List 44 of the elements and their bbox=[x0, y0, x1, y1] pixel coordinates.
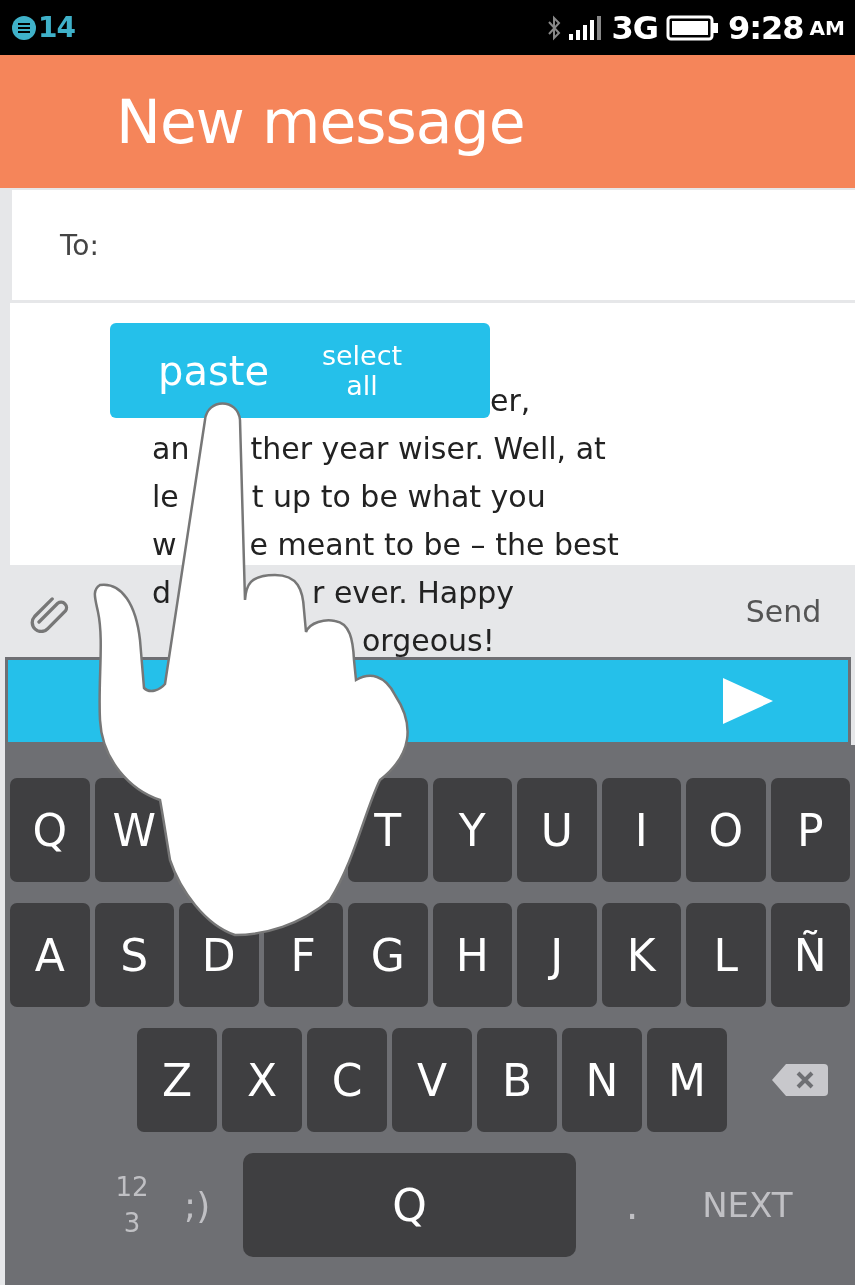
network-type: 3G bbox=[611, 8, 658, 47]
key[interactable]: X bbox=[222, 1028, 302, 1132]
key[interactable]: K bbox=[601, 903, 681, 1007]
key[interactable]: B bbox=[477, 1028, 557, 1132]
recipient-field[interactable]: To: bbox=[12, 190, 855, 300]
key[interactable]: Ñ bbox=[770, 903, 850, 1007]
message-text: w bbox=[152, 526, 177, 564]
message-text: orgeous! bbox=[362, 622, 495, 660]
key[interactable]: N bbox=[562, 1028, 642, 1132]
battery-icon bbox=[666, 14, 720, 41]
clock-period: AM bbox=[809, 15, 845, 40]
message-text: le bbox=[152, 478, 179, 516]
key[interactable]: A bbox=[10, 903, 90, 1007]
key[interactable]: Z bbox=[137, 1028, 217, 1132]
key[interactable]: I bbox=[601, 778, 681, 882]
key[interactable]: H bbox=[432, 903, 512, 1007]
notification-count: 14 bbox=[38, 11, 75, 44]
key[interactable]: Q bbox=[10, 778, 90, 882]
message-text: d bbox=[152, 574, 172, 612]
key[interactable]: Y bbox=[432, 778, 512, 882]
key[interactable]: V bbox=[392, 1028, 472, 1132]
key[interactable]: P bbox=[770, 778, 850, 882]
key[interactable]: O bbox=[686, 778, 766, 882]
message-text: er, bbox=[490, 382, 531, 420]
header-title: New message bbox=[116, 86, 525, 157]
key[interactable]: C bbox=[307, 1028, 387, 1132]
key[interactable]: M bbox=[647, 1028, 727, 1132]
key[interactable]: G bbox=[348, 903, 428, 1007]
backspace-icon[interactable] bbox=[772, 1064, 828, 1096]
message-text: an bbox=[152, 430, 190, 468]
message-text: r ever. Happy bbox=[312, 574, 515, 612]
key[interactable]: S bbox=[94, 903, 174, 1007]
play-icon[interactable] bbox=[723, 678, 773, 724]
key[interactable]: U bbox=[517, 778, 597, 882]
signal-icon bbox=[569, 15, 604, 40]
space-key[interactable]: Q bbox=[243, 1153, 577, 1257]
message-text: e meant to be – the best bbox=[249, 526, 619, 564]
bluetooth-icon bbox=[547, 13, 562, 42]
notification-icon bbox=[12, 15, 36, 40]
message-text: ther year wiser. Well, at bbox=[250, 430, 606, 468]
key[interactable]: L bbox=[686, 903, 766, 1007]
clock-time: 9:28 bbox=[728, 8, 804, 47]
message-text: t up to be what you bbox=[251, 478, 546, 516]
key[interactable]: J bbox=[517, 903, 597, 1007]
